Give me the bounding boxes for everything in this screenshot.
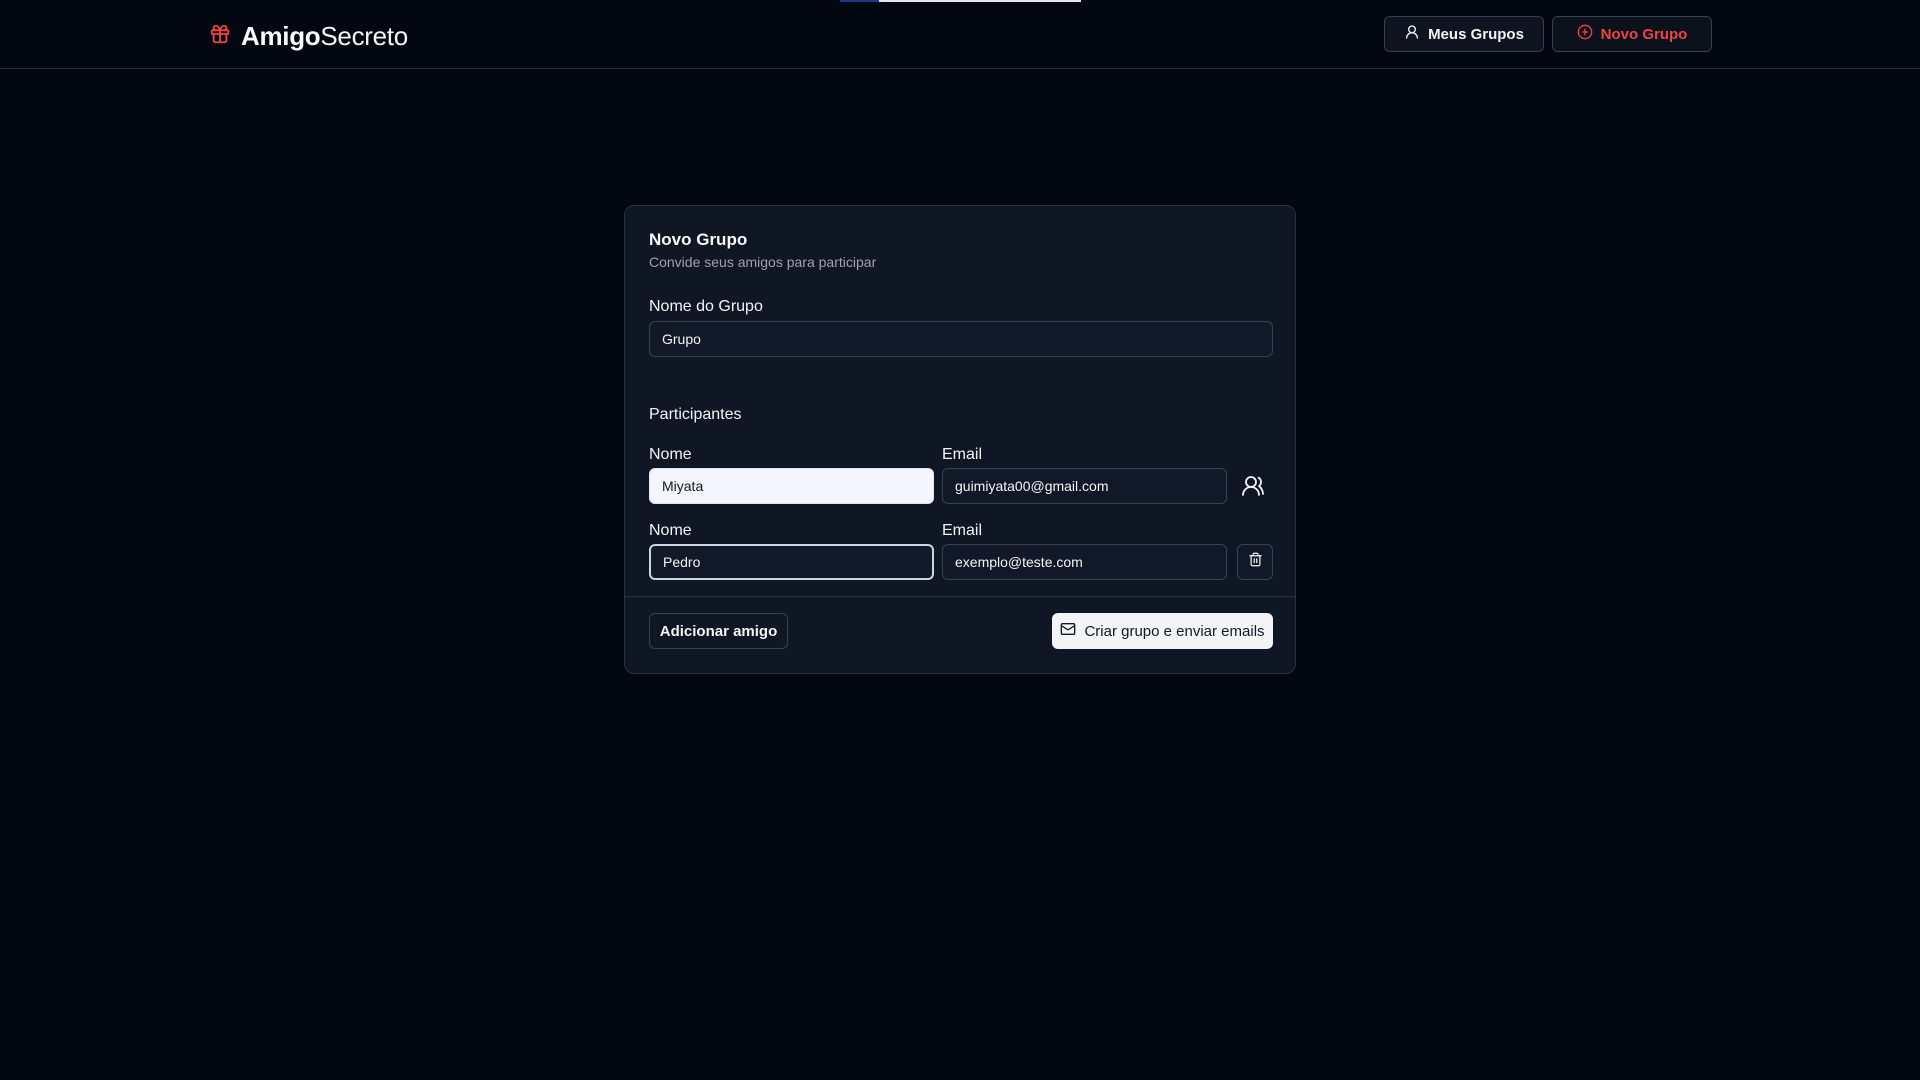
new-group-card: Novo Grupo Convide seus amigos para part… — [624, 205, 1296, 674]
create-group-button[interactable]: Criar grupo e enviar emails — [1052, 613, 1273, 649]
participant-email-label: Email — [942, 522, 983, 539]
new-group-button[interactable]: Novo Grupo — [1552, 16, 1712, 52]
card-title: Novo Grupo — [649, 230, 748, 249]
card-footer-divider — [625, 596, 1295, 597]
participants-title: Participantes — [649, 406, 742, 423]
plus-circle-icon — [1577, 24, 1593, 44]
participant-name-label: Nome — [649, 522, 692, 539]
user-icon — [1404, 24, 1420, 44]
participant-name-input[interactable]: Miyata — [649, 468, 934, 504]
participant-email-input[interactable]: exemplo@teste.com — [942, 544, 1227, 580]
mail-icon — [1060, 621, 1076, 641]
my-groups-label: Meus Grupos — [1428, 25, 1524, 43]
group-name-input[interactable]: Grupo — [649, 321, 1273, 357]
my-groups-button[interactable]: Meus Grupos — [1384, 16, 1544, 52]
group-name-label: Nome do Grupo — [649, 298, 763, 315]
gift-icon — [209, 23, 231, 50]
card-subtitle: Convide seus amigos para participar — [649, 254, 877, 270]
remove-participant-button[interactable] — [1237, 544, 1273, 580]
users-icon — [1235, 468, 1271, 504]
trash-icon — [1248, 552, 1263, 572]
participant-name-input[interactable]: Pedro — [649, 544, 934, 580]
logo-text-bold: Amigo — [241, 20, 321, 51]
participant-name-label: Nome — [649, 446, 692, 463]
logo-text-light: Secreto — [320, 20, 408, 51]
create-group-label: Criar grupo e enviar emails — [1084, 622, 1265, 640]
add-friend-button[interactable]: Adicionar amigo — [649, 613, 788, 649]
participant-email-label: Email — [942, 446, 983, 463]
app-logo[interactable]: AmigoSecreto — [209, 20, 408, 52]
participant-email-input[interactable]: guimiyata00@gmail.com — [942, 468, 1227, 504]
top-navbar: AmigoSecreto Meus Grupos Novo Grupo — [0, 0, 1920, 69]
new-group-label: Novo Grupo — [1600, 25, 1688, 43]
